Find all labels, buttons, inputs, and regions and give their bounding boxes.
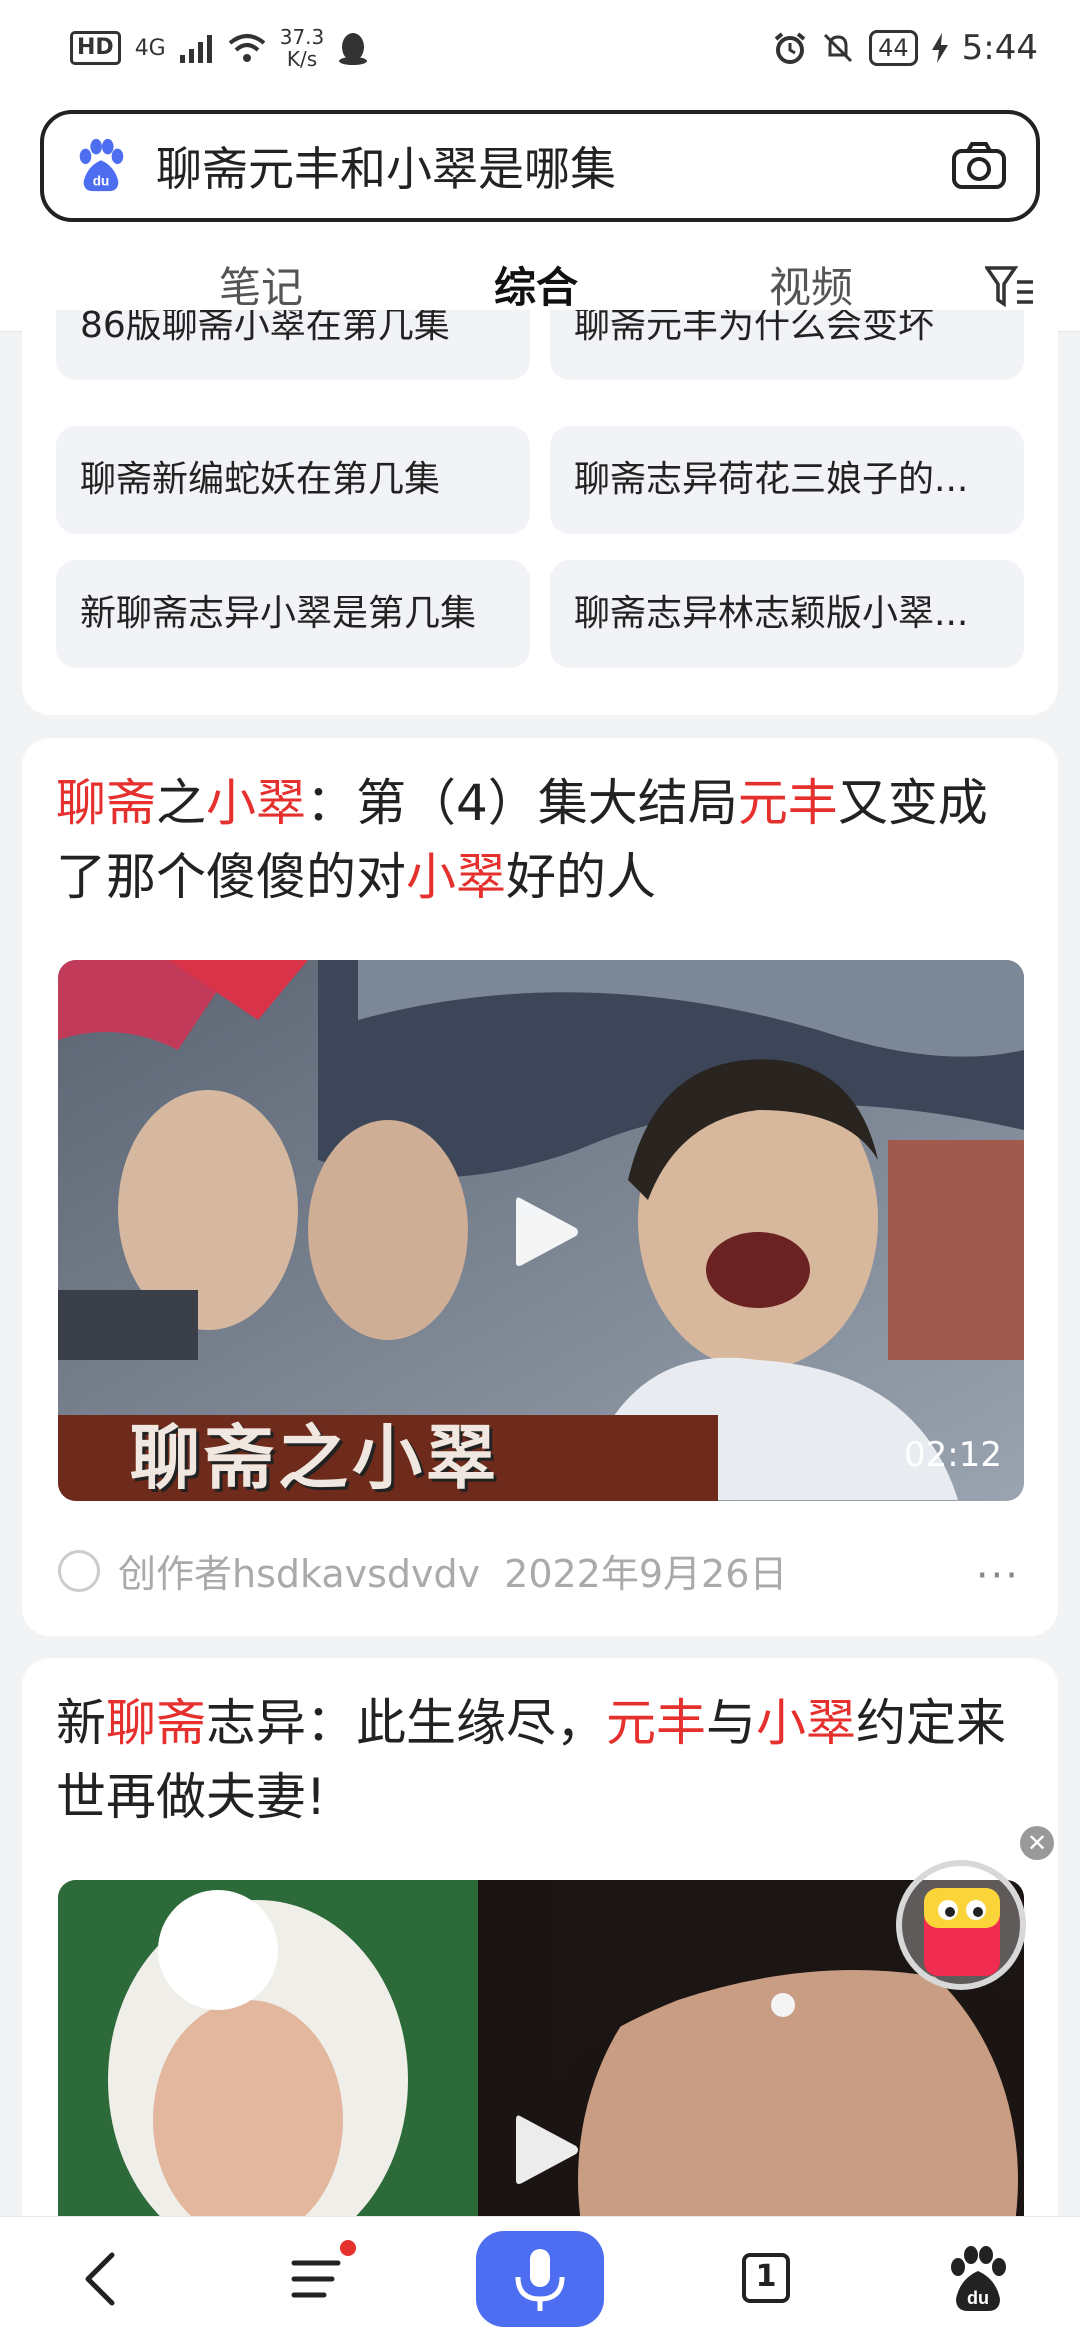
status-right: 44 5:44 xyxy=(773,28,1038,68)
related-chip[interactable]: 聊斋志异林志颖版小翠... xyxy=(550,560,1024,668)
author-name[interactable]: 创作者hsdkavsdvdv xyxy=(118,1543,480,1598)
related-chip[interactable]: 86版聊斋小翠在第几集 xyxy=(56,310,530,380)
tab-video[interactable]: 视频 xyxy=(769,254,853,315)
alarm-icon xyxy=(774,32,806,64)
highlighted-keyword: 小翠 xyxy=(756,1694,856,1752)
thumbnail-image xyxy=(58,1880,1024,2260)
highlighted-keyword: 聊斋 xyxy=(106,1694,206,1752)
tab-notes[interactable]: 笔记 xyxy=(219,254,303,315)
highlighted-keyword: 聊斋 xyxy=(56,774,156,832)
voice-search-button[interactable] xyxy=(476,2231,604,2327)
baidu-home-icon[interactable]: du xyxy=(938,2239,1018,2319)
baidu-paw-icon: du xyxy=(79,138,124,192)
search-box[interactable]: du 聊斋元丰和小翠是哪集 xyxy=(40,110,1040,222)
more-options-icon[interactable]: ··· xyxy=(976,1553,1020,1599)
qq-icon xyxy=(339,33,368,65)
video-caption: 聊斋之小翠 xyxy=(130,1417,500,1499)
highlighted-keyword: 小翠 xyxy=(206,774,306,832)
floating-mascot-widget[interactable] xyxy=(896,1860,1026,1990)
play-icon[interactable] xyxy=(512,2110,582,2190)
mascot-icon xyxy=(924,1888,1000,1976)
related-chip[interactable]: 新聊斋志异小翠是第几集 xyxy=(56,560,530,668)
related-chip[interactable]: 聊斋新编蛇妖在第几集 xyxy=(56,426,530,534)
wifi-icon xyxy=(228,34,266,62)
camera-icon[interactable] xyxy=(950,137,1008,195)
status-bar: HD 4G 37.3 K/s 44 5:44 xyxy=(0,0,1080,96)
battery-indicator: 44 xyxy=(869,30,918,66)
clock: 5:44 xyxy=(961,28,1038,68)
related-searches: 86版聊斋小翠在第几集 聊斋元丰为什么会变坏 聊斋新编蛇妖在第几集 聊斋志异荷花… xyxy=(22,310,1058,715)
title-text: 新 xyxy=(56,1694,106,1752)
hd-badge: HD xyxy=(70,31,121,65)
search-input[interactable]: 聊斋元丰和小翠是哪集 xyxy=(156,133,950,199)
svg-text:du: du xyxy=(93,173,110,188)
title-text: 志异：此生缘尽， xyxy=(206,1694,606,1752)
video-result-card[interactable]: 聊斋之小翠：第（4）集大结局元丰又变成了那个傻傻的对小翠好的人 聊斋之小翠 02… xyxy=(22,738,1058,1636)
result-title[interactable]: 聊斋之小翠：第（4）集大结局元丰又变成了那个傻傻的对小翠好的人 xyxy=(56,766,1036,914)
title-text: ：第（4）集大结局 xyxy=(306,774,738,832)
search-header: du 聊斋元丰和小翠是哪集 笔记 综合 视频 xyxy=(0,96,1080,332)
net-speed-unit: K/s xyxy=(286,47,318,71)
microphone-icon xyxy=(515,2249,565,2311)
tabs-button[interactable]: 1 xyxy=(726,2239,806,2319)
mute-icon xyxy=(824,33,853,63)
video-thumbnail[interactable] xyxy=(58,1880,1024,2260)
net-speed: 37.3 K/s xyxy=(280,26,325,70)
back-icon[interactable] xyxy=(62,2239,142,2319)
close-icon[interactable]: ✕ xyxy=(1020,1826,1054,1860)
status-left: HD 4G 37.3 K/s xyxy=(70,26,368,70)
author-avatar xyxy=(58,1549,100,1592)
related-chip[interactable]: 聊斋志异荷花三娘子的... xyxy=(550,426,1024,534)
highlighted-keyword: 元丰 xyxy=(606,1694,706,1752)
charging-icon xyxy=(931,33,948,63)
tab-count: 1 xyxy=(755,2259,777,2294)
video-thumbnail[interactable]: 聊斋之小翠 02:12 xyxy=(58,960,1024,1501)
filter-icon[interactable] xyxy=(985,264,1035,308)
notification-dot xyxy=(340,2240,356,2256)
network-label: 4G xyxy=(134,35,166,61)
title-text: 之 xyxy=(156,774,206,832)
highlighted-keyword: 小翠 xyxy=(406,848,506,906)
video-duration: 02:12 xyxy=(904,1435,1002,1475)
svg-text:du: du xyxy=(967,2288,989,2308)
related-chip[interactable]: 聊斋元丰为什么会变坏 xyxy=(550,310,1024,380)
publish-date: 2022年9月26日 xyxy=(504,1552,788,1596)
bottom-navigation: 1 du xyxy=(0,2216,1080,2340)
tab-all[interactable]: 综合 xyxy=(494,254,578,315)
result-meta: 创作者hsdkavsdvdv 2022年9月26日 xyxy=(58,1543,787,1598)
result-title[interactable]: 新聊斋志异：此生缘尽，元丰与小翠约定来世再做夫妻! xyxy=(56,1686,1036,1834)
play-icon[interactable] xyxy=(512,1192,582,1272)
net-speed-value: 37.3 xyxy=(279,25,325,49)
highlighted-keyword: 元丰 xyxy=(737,774,838,832)
signal-icon xyxy=(179,35,212,63)
title-text: 好的人 xyxy=(506,848,656,906)
title-text: 与 xyxy=(706,1694,756,1752)
